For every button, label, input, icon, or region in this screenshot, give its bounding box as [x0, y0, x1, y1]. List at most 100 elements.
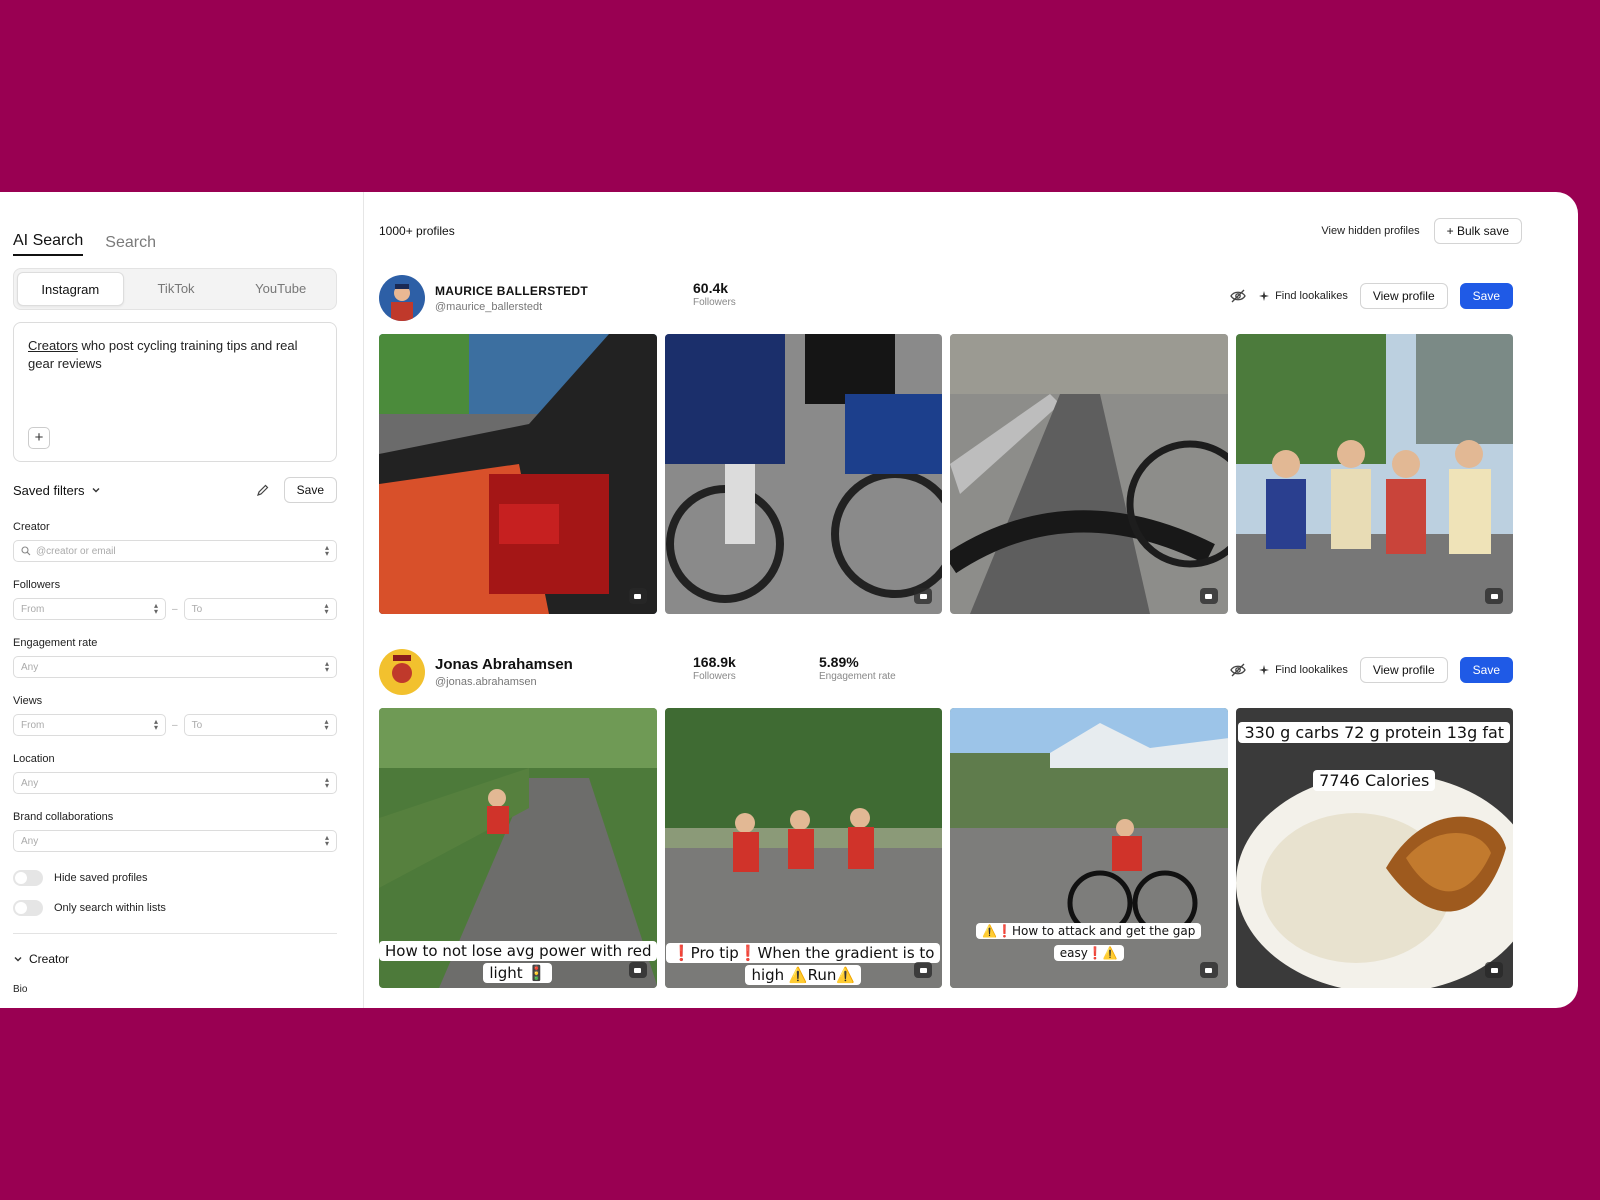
profile-handle: @maurice_ballerstedt [435, 300, 543, 313]
creator-search-field[interactable]: @creator or email ▴ ▾ [13, 540, 337, 562]
avatar[interactable] [379, 275, 425, 321]
profile-name[interactable]: MAURICE BALLERSTEDT [435, 284, 675, 298]
creator-section-toggle[interactable]: Creator [13, 952, 337, 966]
views-from-select[interactable]: From ▴ ▾ [13, 714, 166, 736]
profile-handle: @jonas.abrahamsen [435, 676, 537, 688]
post-thumbnail[interactable] [379, 334, 657, 614]
add-attachment-button[interactable]: + [28, 427, 50, 449]
hide-saved-label: Hide saved profiles [54, 872, 148, 884]
saved-filters-label: Saved filters [13, 482, 85, 498]
view-profile-button[interactable]: View profile [1359, 657, 1448, 683]
video-icon [628, 962, 647, 978]
followers-label: Followers [693, 297, 736, 308]
post-thumbnail[interactable]: ❗Pro tip❗When the gradient is to high ⚠️… [664, 708, 943, 988]
search-lists-label: Only search within lists [54, 902, 166, 914]
search-icon [21, 546, 31, 556]
any-placeholder: Any [21, 777, 39, 789]
video-icon [914, 962, 932, 978]
followers-count: 168.9k [693, 654, 736, 670]
post-thumbnail[interactable] [1235, 334, 1513, 614]
eye-off-icon[interactable] [1229, 287, 1247, 305]
platform-youtube[interactable]: YouTube [228, 272, 333, 306]
video-icon [1199, 962, 1218, 978]
profile-card: Jonas Abrahamsen @jonas.abrahamsen 168.9… [379, 644, 1513, 988]
to-placeholder: To [191, 719, 203, 731]
to-placeholder: To [191, 603, 203, 615]
platform-instagram[interactable]: Instagram [17, 272, 124, 306]
updown-icon: ▴ ▾ [324, 659, 329, 674]
edit-pencil-icon[interactable] [256, 483, 270, 497]
profile-name[interactable]: Jonas Abrahamsen [435, 656, 675, 673]
results-count: 1000+ profiles [379, 224, 455, 238]
post-caption: 330 g carbs 72 g protein 13g fat [1236, 722, 1514, 744]
tab-ai-search[interactable]: AI Search [13, 232, 84, 256]
creator-placeholder: @creator or email [36, 545, 116, 557]
video-icon [628, 588, 647, 604]
updown-icon: ▴ ▾ [324, 601, 329, 616]
filters-sidebar: AI Search Search Instagram TikTok YouTub… [0, 192, 364, 1008]
find-lookalikes-button[interactable]: Find lookalikes [1259, 290, 1348, 302]
post-caption: 7746 Calories [1236, 770, 1514, 792]
updown-icon: ▴ ▾ [324, 833, 329, 848]
followers-count: 60.4k [693, 280, 729, 296]
profile-card: MAURICE BALLERSTEDT @maurice_ballerstedt… [379, 270, 1513, 614]
saved-filters-dropdown[interactable]: Saved filters [13, 483, 101, 498]
creator-filter-label: Creator [13, 521, 50, 533]
eye-off-icon[interactable] [1229, 661, 1247, 679]
location-filter-label: Location [13, 753, 55, 765]
divider [13, 933, 337, 934]
from-placeholder: From [21, 603, 45, 615]
platform-switcher: Instagram TikTok YouTube [13, 268, 337, 310]
creator-section-label: Creator [29, 952, 70, 966]
bulk-save-button[interactable]: + Bulk save [1433, 218, 1522, 244]
find-lookalikes-label: Find lookalikes [1275, 290, 1348, 302]
video-icon [914, 588, 932, 604]
post-thumbnail[interactable] [664, 334, 942, 614]
hide-saved-toggle[interactable] [13, 870, 43, 886]
any-placeholder: Any [21, 661, 39, 673]
post-thumbnail[interactable] [950, 334, 1228, 614]
chevron-down-icon [14, 957, 22, 962]
post-caption: ⚠️❗How to attack and get the gap easy❗⚠️ [950, 920, 1228, 964]
post-caption: How to not lose avg power with red light… [379, 940, 657, 984]
views-to-select[interactable]: To ▴ ▾ [183, 714, 337, 736]
followers-to-select[interactable]: To ▴ ▾ [183, 598, 337, 620]
updown-icon: ▴ ▾ [153, 717, 158, 732]
bio-label: Bio [13, 984, 28, 995]
engagement-select[interactable]: Any ▴ ▾ [13, 656, 337, 678]
location-select[interactable]: Any ▴ ▾ [13, 772, 337, 794]
post-thumbnail[interactable]: 330 g carbs 72 g protein 13g fat 7746 Ca… [1235, 708, 1514, 988]
find-lookalikes-button[interactable]: Find lookalikes [1259, 664, 1348, 676]
updown-icon: ▴ ▾ [324, 717, 329, 732]
save-profile-button[interactable]: Save [1459, 657, 1513, 683]
avatar[interactable] [379, 649, 425, 695]
results-panel: 1000+ profiles View hidden profiles + Bu… [364, 192, 1578, 1008]
post-thumbnail[interactable]: How to not lose avg power with red light… [379, 708, 657, 988]
engagement-filter-label: Engagement rate [13, 637, 98, 649]
view-profile-button[interactable]: View profile [1359, 283, 1448, 309]
save-profile-button[interactable]: Save [1459, 283, 1513, 309]
post-caption: ❗Pro tip❗When the gradient is to high ⚠️… [665, 942, 943, 986]
followers-label: Followers [693, 671, 736, 682]
platform-tiktok[interactable]: TikTok [124, 272, 229, 306]
brand-collab-select[interactable]: Any ▴ ▾ [13, 830, 337, 852]
followers-from-select[interactable]: From ▴ ▾ [13, 598, 166, 620]
video-icon [1485, 588, 1503, 604]
view-hidden-profiles-link[interactable]: View hidden profiles [1321, 225, 1419, 237]
find-lookalikes-label: Find lookalikes [1275, 664, 1348, 676]
search-mode-tabs: AI Search Search [13, 216, 337, 256]
sparkle-icon [1259, 665, 1270, 675]
search-lists-toggle[interactable] [13, 900, 43, 916]
chevron-down-icon [92, 488, 100, 493]
video-icon [1199, 588, 1218, 604]
engagement-rate-label: Engagement rate [819, 671, 896, 682]
ai-query-input[interactable]: Creators who post cycling training tips … [13, 322, 337, 462]
tab-search[interactable]: Search [105, 234, 156, 256]
post-thumbnail[interactable]: ⚠️❗How to attack and get the gap easy❗⚠️ [950, 708, 1228, 988]
followers-filter-label: Followers [13, 579, 61, 591]
views-filter-label: Views [13, 695, 43, 707]
updown-icon: ▴ ▾ [324, 543, 329, 558]
updown-icon: ▴ ▾ [324, 775, 329, 790]
save-filters-button[interactable]: Save [283, 477, 337, 503]
any-placeholder: Any [21, 835, 39, 847]
